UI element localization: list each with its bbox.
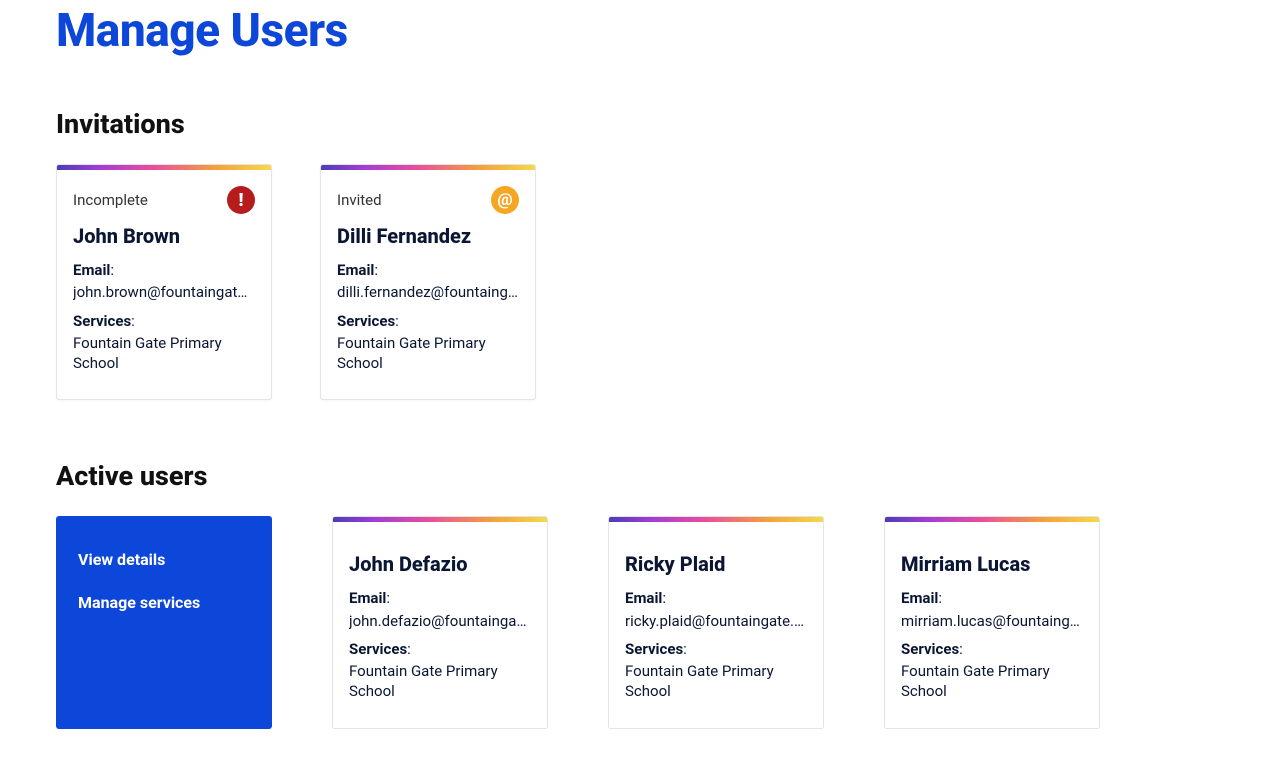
- email-field: Email: mirriam.lucas@fountaingate.edu: [901, 588, 1083, 631]
- services-label: Services: [73, 312, 131, 330]
- active-user-card[interactable]: Mirriam Lucas Email: mirriam.lucas@fount…: [884, 516, 1100, 728]
- user-action-menu: View details Manage services: [56, 516, 272, 728]
- status-row: Invited @: [337, 186, 519, 214]
- email-value: dilli.fernandez@fountaingate.edu: [337, 282, 519, 302]
- status-row: Incomplete !: [73, 186, 255, 214]
- at-icon: @: [491, 186, 519, 214]
- manage-services-button[interactable]: Manage services: [56, 581, 272, 624]
- card-body: Ricky Plaid Email: ricky.plaid@fountaing…: [609, 522, 823, 727]
- page-title: Manage Users: [56, 4, 1224, 58]
- user-name: John Defazio: [349, 552, 531, 576]
- email-value: ricky.plaid@fountaingate.edu: [625, 611, 807, 631]
- invitations-row: Incomplete ! John Brown Email: john.brow…: [56, 164, 1224, 400]
- email-field: Email: john.brown@fountaingate.edu: [73, 260, 255, 303]
- active-user-card[interactable]: Ricky Plaid Email: ricky.plaid@fountaing…: [608, 516, 824, 728]
- invitation-card[interactable]: Invited @ Dilli Fernandez Email: dilli.f…: [320, 164, 536, 400]
- email-field: Email: ricky.plaid@fountaingate.edu: [625, 588, 807, 631]
- active-user-card[interactable]: John Defazio Email: john.defazio@fountai…: [332, 516, 548, 728]
- services-value: Fountain Gate Primary School: [625, 661, 807, 702]
- email-label: Email: [901, 589, 938, 607]
- services-field: Services: Fountain Gate Primary School: [625, 639, 807, 702]
- email-field: Email: dilli.fernandez@fountaingate.edu: [337, 260, 519, 303]
- card-body: Mirriam Lucas Email: mirriam.lucas@fount…: [885, 522, 1099, 727]
- email-label: Email: [337, 261, 374, 279]
- services-value: Fountain Gate Primary School: [349, 661, 531, 702]
- email-value: mirriam.lucas@fountaingate.edu: [901, 611, 1083, 631]
- services-label: Services: [901, 640, 959, 658]
- email-field: Email: john.defazio@fountaingate.edu: [349, 588, 531, 631]
- services-value: Fountain Gate Primary School: [73, 333, 255, 374]
- active-users-title: Active users: [56, 460, 1224, 492]
- user-name: Dilli Fernandez: [337, 224, 519, 248]
- alert-icon: !: [227, 186, 255, 214]
- email-label: Email: [349, 589, 386, 607]
- services-value: Fountain Gate Primary School: [901, 661, 1083, 702]
- services-field: Services: Fountain Gate Primary School: [349, 639, 531, 702]
- invitations-title: Invitations: [56, 108, 1224, 140]
- status-label: Invited: [337, 191, 382, 209]
- card-body: Incomplete ! John Brown Email: john.brow…: [57, 170, 271, 399]
- user-name: Mirriam Lucas: [901, 552, 1083, 576]
- services-field: Services: Fountain Gate Primary School: [901, 639, 1083, 702]
- email-value: john.brown@fountaingate.edu: [73, 282, 255, 302]
- user-name: Ricky Plaid: [625, 552, 807, 576]
- user-name: John Brown: [73, 224, 255, 248]
- services-field: Services: Fountain Gate Primary School: [337, 311, 519, 374]
- services-label: Services: [337, 312, 395, 330]
- invitation-card[interactable]: Incomplete ! John Brown Email: john.brow…: [56, 164, 272, 400]
- status-label: Incomplete: [73, 191, 148, 209]
- email-value: john.defazio@fountaingate.edu: [349, 611, 531, 631]
- card-body: Invited @ Dilli Fernandez Email: dilli.f…: [321, 170, 535, 399]
- email-label: Email: [73, 261, 110, 279]
- services-value: Fountain Gate Primary School: [337, 333, 519, 374]
- services-label: Services: [349, 640, 407, 658]
- active-users-row: View details Manage services John Defazi…: [56, 516, 1224, 728]
- email-label: Email: [625, 589, 662, 607]
- services-label: Services: [625, 640, 683, 658]
- services-field: Services: Fountain Gate Primary School: [73, 311, 255, 374]
- card-body: John Defazio Email: john.defazio@fountai…: [333, 522, 547, 727]
- view-details-button[interactable]: View details: [56, 538, 272, 581]
